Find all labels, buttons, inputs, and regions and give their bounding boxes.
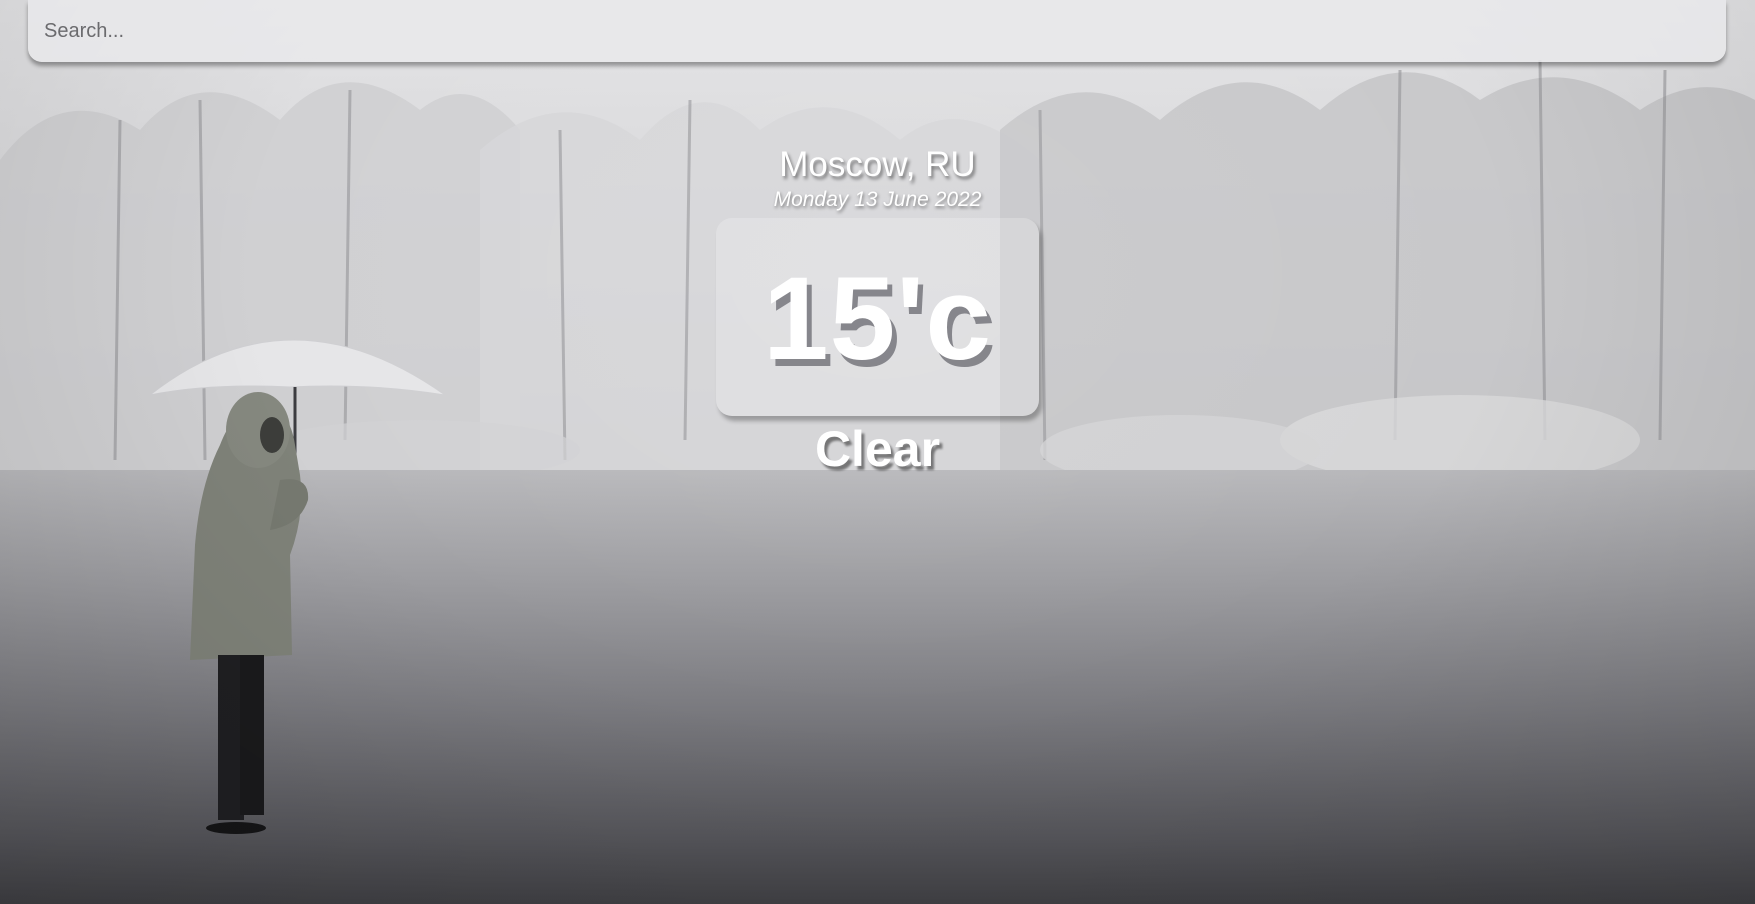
weather-condition: Clear — [814, 421, 941, 477]
temperature-card: 15'c — [716, 218, 1039, 416]
temperature-value: 15'c — [763, 253, 992, 385]
search-bar — [28, 0, 1726, 62]
weather-app: Moscow, RU Monday 13 June 2022 15'c Clea… — [0, 0, 1755, 904]
location-name: Moscow, RU — [779, 145, 976, 184]
location-date: Monday 13 June 2022 — [773, 188, 982, 211]
search-input[interactable] — [28, 0, 1726, 62]
